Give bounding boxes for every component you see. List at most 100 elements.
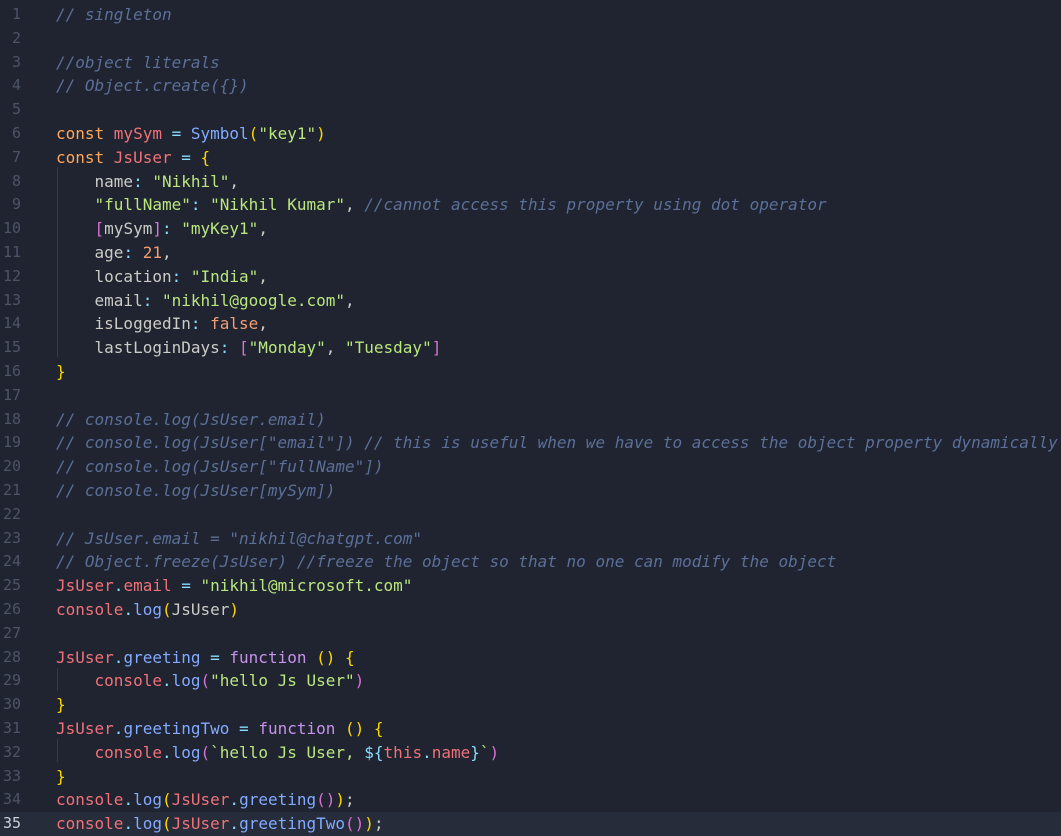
code-line[interactable]: 13 email: "nikhil@google.com", xyxy=(0,289,1061,313)
code-line[interactable]: 32 console.log(`hello Js User, ${this.na… xyxy=(0,741,1061,765)
code-line[interactable]: 7 const JsUser = { xyxy=(0,146,1061,170)
code-token: ( xyxy=(161,790,172,810)
line-number: 26 xyxy=(2,600,21,618)
code-text: console.log("hello Js User") xyxy=(56,669,365,693)
code-line[interactable]: 27 xyxy=(0,622,1061,646)
code-line[interactable]: 24 // Object.freeze(JsUser) //freeze the … xyxy=(0,550,1061,574)
code-token: . xyxy=(229,790,240,810)
code-line[interactable]: 29 console.log("hello Js User") xyxy=(0,669,1061,693)
code-token: ( xyxy=(200,742,211,762)
code-line[interactable]: 14 isLoggedIn: false, xyxy=(0,312,1061,336)
line-number: 18 xyxy=(2,409,21,428)
code-token: ` xyxy=(479,742,490,762)
code-line[interactable]: 26 console.log(JsUser) xyxy=(0,598,1061,622)
code-token: log xyxy=(133,600,162,619)
code-token: ] xyxy=(431,338,442,358)
code-text: JsUser.email = "nikhil@microsoft.com" xyxy=(56,574,412,598)
code-line[interactable]: 23 // JsUser.email = "nikhil@chatgpt.com" xyxy=(0,527,1061,551)
line-number: 23 xyxy=(2,528,21,547)
code-token: () xyxy=(316,647,336,667)
code-token: log xyxy=(171,671,201,691)
code-token: . xyxy=(113,576,124,596)
line-number: 5 xyxy=(11,100,21,119)
code-token: ; xyxy=(345,790,355,810)
code-token: [ xyxy=(94,219,105,239)
line-number: 17 xyxy=(2,385,21,404)
code-token: "Nikhil Kumar" xyxy=(210,195,345,215)
code-token: console xyxy=(56,600,124,619)
code-line[interactable]: 25 JsUser.email = "nikhil@microsoft.com" xyxy=(0,574,1061,598)
line-number: 31 xyxy=(2,719,21,737)
code-token: name xyxy=(431,742,471,762)
code-text: // console.log(JsUser.email) xyxy=(56,408,326,432)
code-token: ) xyxy=(354,671,365,691)
code-token: JsUser xyxy=(113,147,172,167)
line-number: 35 xyxy=(2,814,21,833)
code-token: { xyxy=(373,719,384,738)
line-number: 1 xyxy=(11,5,21,23)
code-editor[interactable]: 1// singleton 2 3//object literals 4// Obje… xyxy=(0,0,1061,836)
code-line[interactable]: 10 [mySym]: "myKey1", xyxy=(0,217,1061,241)
code-line[interactable]: 6 const mySym = Symbol("key1") xyxy=(0,122,1061,146)
code-token: : xyxy=(171,266,191,286)
code-line[interactable]: 31 JsUser.greetingTwo = function () { xyxy=(0,717,1061,741)
code-token: , xyxy=(258,314,268,334)
code-line[interactable]: 33} xyxy=(0,765,1061,789)
code-line[interactable]: 3 //object literals xyxy=(0,51,1061,75)
code-line[interactable]: 19 // console.log(JsUser["email"]) // thi… xyxy=(0,431,1061,455)
code-token: . xyxy=(113,719,124,738)
code-token: = xyxy=(161,124,191,143)
code-line[interactable]: 22 xyxy=(0,503,1061,527)
code-line[interactable]: 11 age: 21, xyxy=(0,241,1061,265)
code-token: , xyxy=(258,219,268,239)
code-token: : xyxy=(133,171,153,191)
code-line[interactable]: 2 xyxy=(0,27,1061,51)
line-number: 7 xyxy=(11,147,21,166)
code-line[interactable]: 17 xyxy=(0,384,1061,408)
code-line[interactable]: 18 // console.log(JsUser.email) xyxy=(0,408,1061,432)
code-line[interactable]: 15 lastLoginDays: ["Monday", "Tuesday"] xyxy=(0,336,1061,360)
code-token: 21 xyxy=(142,243,162,262)
code-token: ) xyxy=(229,600,240,619)
code-token: // JsUser.email = "nikhil@chatgpt.com" xyxy=(56,528,423,548)
code-token: , xyxy=(258,266,268,286)
code-token: } xyxy=(56,766,66,786)
code-line[interactable]: 9 "fullName": "Nikhil Kumar", //cannot a… xyxy=(0,193,1061,217)
code-line[interactable]: 12 location: "India", xyxy=(0,265,1061,289)
code-token: : xyxy=(190,195,211,215)
code-token: const xyxy=(56,124,114,143)
code-token: false xyxy=(210,314,259,334)
code-token: "nikhil@microsoft.com" xyxy=(200,576,413,596)
code-token: : xyxy=(142,290,162,310)
code-text: // console.log(JsUser["fullName"]) xyxy=(56,455,384,479)
code-token: , xyxy=(325,338,345,358)
code-line[interactable]: 21 // console.log(JsUser[mySym]) xyxy=(0,479,1061,503)
code-line[interactable]: 35 console.log(JsUser.greetingTwo()); xyxy=(0,812,1061,836)
code-line[interactable]: 30} xyxy=(0,693,1061,717)
line-number: 4 xyxy=(11,76,21,95)
code-token: ) xyxy=(489,742,500,762)
line-number: 28 xyxy=(2,647,21,666)
code-line[interactable]: 1 // singleton xyxy=(0,3,1061,27)
code-token: "hello Js User" xyxy=(210,671,355,691)
code-line[interactable]: 28 JsUser.greeting = function () { xyxy=(0,646,1061,670)
code-text: // JsUser.email = "nikhil@chatgpt.com" xyxy=(56,527,422,551)
code-text: location: "India", xyxy=(56,265,268,289)
code-line[interactable]: 16} xyxy=(0,360,1061,384)
code-text: //object literals xyxy=(56,51,220,75)
line-number: 22 xyxy=(2,504,21,523)
code-token: // console.log(JsUser["email"]) // this … xyxy=(56,433,1058,453)
code-token: . xyxy=(161,742,172,762)
code-line[interactable]: 20 // console.log(JsUser["fullName"]) xyxy=(0,455,1061,479)
code-line[interactable]: 4 // Object.create({}) xyxy=(0,74,1061,98)
code-line[interactable]: 5 xyxy=(0,98,1061,122)
line-number: 15 xyxy=(2,338,21,357)
code-token: greeting xyxy=(123,647,201,667)
code-token: console xyxy=(56,790,124,810)
code-line[interactable]: 8 name: "Nikhil", xyxy=(0,170,1061,194)
line-number: 27 xyxy=(2,623,21,642)
code-token: JsUser xyxy=(56,576,114,596)
code-token: . xyxy=(123,790,134,810)
code-line[interactable]: 34 console.log(JsUser.greeting()); xyxy=(0,788,1061,812)
code-token: "fullName" xyxy=(94,195,191,215)
